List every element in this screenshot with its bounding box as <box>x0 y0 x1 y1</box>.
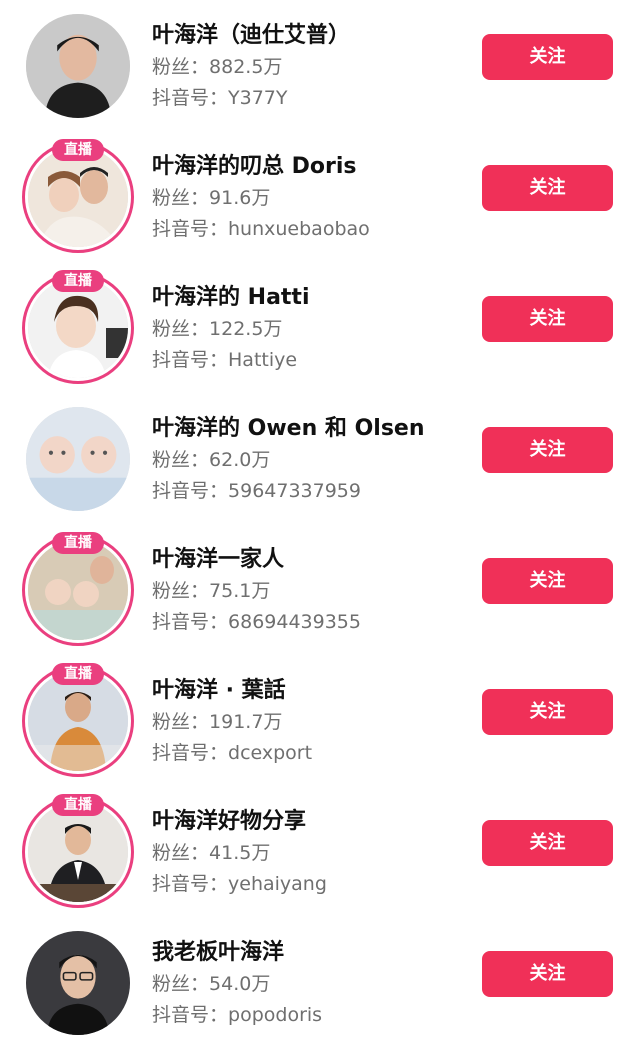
avatar-image <box>28 278 128 378</box>
fans-count: 粉丝：122.5万 <box>152 318 283 340</box>
avatar[interactable] <box>22 10 134 122</box>
account-name: 我老板叶海洋 <box>152 940 285 965</box>
avatar-image <box>28 802 128 902</box>
douyin-id: 抖音号：68694439355 <box>152 611 361 633</box>
follow-button[interactable]: 关注 <box>482 296 613 342</box>
follow-button[interactable]: 关注 <box>482 34 613 80</box>
fans-count: 粉丝：41.5万 <box>152 842 271 864</box>
live-badge: 直播 <box>52 270 104 292</box>
account-name: 叶海洋好物分享 <box>152 809 307 834</box>
avatar[interactable]: 直播 <box>22 139 134 253</box>
account-row[interactable]: 直播 叶海洋好物分享 粉丝：41.5万 抖音号：yehaiyang 关注 <box>0 786 640 917</box>
douyin-id: 抖音号：hunxuebaobao <box>152 218 370 240</box>
douyin-id: 抖音号：59647337959 <box>152 480 361 502</box>
account-row[interactable]: 直播 叶海洋 · 葉話 粉丝：191.7万 抖音号：dcexport 关注 <box>0 655 640 786</box>
avatar-image <box>28 540 128 640</box>
account-name: 叶海洋（迪仕艾普） <box>152 23 351 48</box>
account-name: 叶海洋的 Owen 和 Olsen <box>152 416 425 441</box>
fans-count: 粉丝：882.5万 <box>152 56 283 78</box>
follow-button[interactable]: 关注 <box>482 820 613 866</box>
avatar-image <box>28 147 128 247</box>
account-row[interactable]: 直播 叶海洋的叨总 Doris 粉丝：91.6万 抖音号：hunxuebaoba… <box>0 131 640 262</box>
follow-button[interactable]: 关注 <box>482 558 613 604</box>
live-badge: 直播 <box>52 139 104 161</box>
account-row[interactable]: 直播 叶海洋一家人 粉丝：75.1万 抖音号：68694439355 关注 <box>0 524 640 655</box>
fans-count: 粉丝：54.0万 <box>152 973 271 995</box>
douyin-id: 抖音号：dcexport <box>152 742 313 764</box>
fans-count: 粉丝：91.6万 <box>152 187 271 209</box>
avatar[interactable] <box>22 403 134 515</box>
live-badge: 直播 <box>52 794 104 816</box>
account-name: 叶海洋一家人 <box>152 547 285 572</box>
douyin-id: 抖音号：Hattiye <box>152 349 298 371</box>
account-row[interactable]: 叶海洋（迪仕艾普） 粉丝：882.5万 抖音号：Y377Y 关注 <box>0 0 640 131</box>
follow-button[interactable]: 关注 <box>482 689 613 735</box>
avatar[interactable]: 直播 <box>22 532 134 646</box>
fans-count: 粉丝：62.0万 <box>152 449 271 471</box>
account-name: 叶海洋的 Hatti <box>152 285 310 310</box>
avatar-image <box>28 671 128 771</box>
account-list: 叶海洋（迪仕艾普） 粉丝：882.5万 抖音号：Y377Y 关注 直播 叶海洋的… <box>0 0 640 1048</box>
fans-count: 粉丝：75.1万 <box>152 580 271 602</box>
account-row[interactable]: 叶海洋的 Owen 和 Olsen 粉丝：62.0万 抖音号：596473379… <box>0 393 640 524</box>
avatar-image <box>26 14 130 118</box>
fans-count: 粉丝：191.7万 <box>152 711 283 733</box>
account-name: 叶海洋的叨总 Doris <box>152 154 357 179</box>
avatar[interactable] <box>22 927 134 1039</box>
avatar[interactable]: 直播 <box>22 663 134 777</box>
live-badge: 直播 <box>52 532 104 554</box>
avatar[interactable]: 直播 <box>22 794 134 908</box>
follow-button[interactable]: 关注 <box>482 165 613 211</box>
follow-button[interactable]: 关注 <box>482 951 613 997</box>
avatar-image <box>26 407 130 511</box>
live-badge: 直播 <box>52 663 104 685</box>
account-name: 叶海洋 · 葉話 <box>152 678 286 703</box>
account-row[interactable]: 直播 叶海洋的 Hatti 粉丝：122.5万 抖音号：Hattiye 关注 <box>0 262 640 393</box>
avatar-image <box>26 931 130 1035</box>
douyin-id: 抖音号：Y377Y <box>152 87 288 109</box>
account-row[interactable]: 我老板叶海洋 粉丝：54.0万 抖音号：popodoris 关注 <box>0 917 640 1048</box>
douyin-id: 抖音号：yehaiyang <box>152 873 327 895</box>
douyin-id: 抖音号：popodoris <box>152 1004 323 1026</box>
follow-button[interactable]: 关注 <box>482 427 613 473</box>
avatar[interactable]: 直播 <box>22 270 134 384</box>
